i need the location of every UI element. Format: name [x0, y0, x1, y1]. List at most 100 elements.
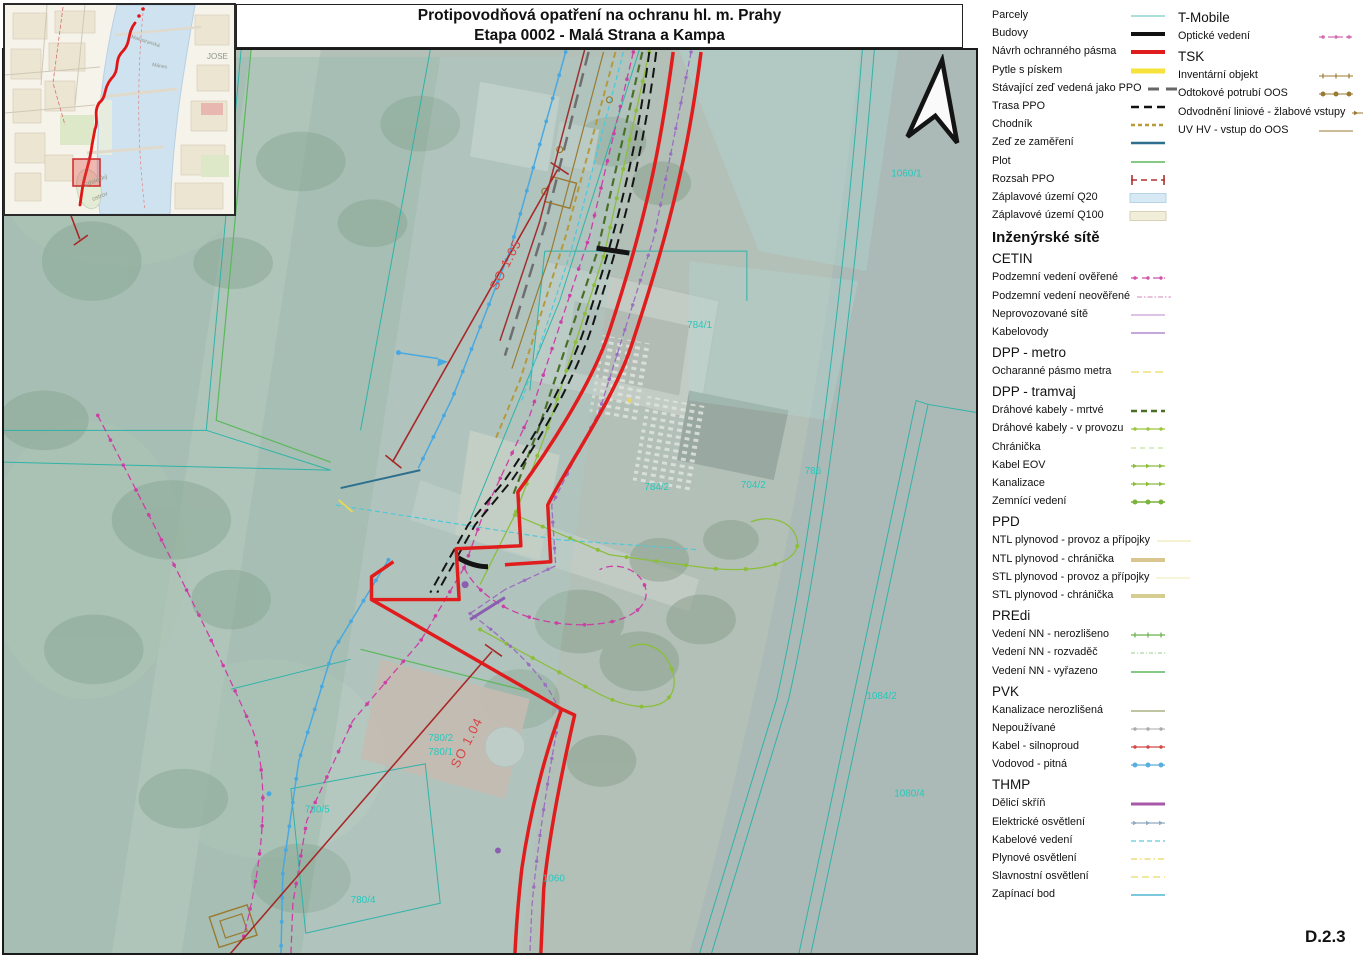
legend-item-label: Slavnostní osvětlení	[992, 870, 1089, 882]
legend-item: Dráhové kabely - v provozu	[992, 419, 1168, 437]
legend-item: Budovy	[992, 24, 1168, 42]
legend-swatch-icon	[1316, 30, 1356, 42]
inset-label: JOSE	[207, 52, 228, 61]
legend-swatch-graphic	[1128, 817, 1168, 829]
legend-swatch-icon	[1128, 441, 1168, 453]
legend-item-label: Dráhové kabely - mrtvé	[992, 404, 1104, 416]
legend-item-label: Elektrické osvětlení	[992, 816, 1085, 828]
legend-item-label: Zapínací bod	[992, 888, 1055, 900]
legend-swatch-icon	[1128, 888, 1168, 900]
legend-item-label: Rozsah PPO	[992, 173, 1054, 185]
legend-swatch-icon	[1128, 704, 1168, 716]
legend-item: Vedení NN - vyřazeno	[992, 661, 1168, 679]
legend-section-title: Inženýrské sítě	[992, 227, 1168, 247]
legend-swatch-graphic	[1128, 871, 1168, 883]
legend-group-title: DPP - metro	[992, 343, 1168, 362]
legend-swatch-graphic	[1128, 647, 1168, 659]
legend-swatch-icon	[1128, 191, 1168, 203]
legend-swatch-icon	[1128, 646, 1168, 658]
legend-swatch-graphic	[1128, 723, 1168, 735]
legend-item: Podzemní vedení ověřené	[992, 268, 1168, 286]
legend-swatch-icon	[1128, 758, 1168, 770]
legend-item: Slavnostní osvětlení	[992, 867, 1168, 885]
legend-swatch-graphic	[1128, 798, 1168, 810]
legend-item-label: STL plynovod - provoz a přípojky	[992, 571, 1149, 583]
legend-group-title: PPD	[992, 512, 1168, 531]
legend-swatch-icon	[1128, 45, 1168, 57]
legend-swatch-graphic	[1128, 835, 1168, 847]
legend-group-title: PVK	[992, 682, 1168, 701]
parcel-label: 780/4	[351, 895, 376, 906]
legend-group-title: TSK	[1178, 47, 1356, 66]
parcel-label: 1084/2	[866, 691, 897, 702]
legend-swatch-icon	[1128, 326, 1168, 338]
legend-swatch-icon	[1134, 290, 1174, 302]
legend-swatch-icon	[1128, 27, 1168, 39]
legend-item: Zeď ze zaměření	[992, 133, 1168, 151]
legend-item: Dělicí skříň	[992, 794, 1168, 812]
legend-item-label: Dělicí skříň	[992, 797, 1045, 809]
legend-item-label: Podzemní vedení ověřené	[992, 271, 1118, 283]
legend-swatch-graphic	[1316, 88, 1356, 100]
legend-group-title: DPP - tramvaj	[992, 382, 1168, 401]
legend-swatch-icon	[1128, 477, 1168, 489]
legend-item-label: Chránička	[992, 441, 1041, 453]
overview-inset-map: JOSEMalostranskáMánesStřeleckýostrov	[3, 3, 236, 216]
legend-swatch-graphic	[1128, 666, 1168, 678]
legend-item-label: STL plynovod - chránička	[992, 589, 1113, 601]
legend-swatch-graphic	[1128, 366, 1168, 378]
legend-item-label: Vodovod - pitná	[992, 758, 1067, 770]
legend-item: Odvodnění liniové - žlabové vstupy	[1178, 103, 1356, 121]
legend-item: Návrh ochranného pásma	[992, 42, 1168, 60]
legend-item-label: Plynové osvětlení	[992, 852, 1077, 864]
legend-swatch-icon	[1154, 534, 1194, 546]
legend-swatch-icon	[1128, 816, 1168, 828]
legend-item: Kabelové vedení	[992, 831, 1168, 849]
legend-swatch-graphic	[1128, 327, 1168, 339]
legend-swatch-graphic	[1128, 705, 1168, 717]
legend-swatch-graphic	[1128, 853, 1168, 865]
legend-item: Podzemní vedení neověřené	[992, 286, 1168, 304]
legend-swatch-icon	[1128, 100, 1168, 112]
legend-swatch-graphic	[1128, 192, 1168, 204]
legend-swatch-graphic	[1128, 889, 1168, 901]
legend-item-label: Vedení NN - rozvaděč	[992, 646, 1098, 658]
legend-item-label: Kanalizace nerozlišená	[992, 704, 1103, 716]
legend-item-label: Budovy	[992, 27, 1028, 39]
legend-item: Odtokové potrubí OOS	[1178, 84, 1356, 102]
inset-map-canvas: JOSEMalostranskáMánesStřeleckýostrov	[5, 5, 234, 214]
legend-item: Zapínací bod	[992, 885, 1168, 903]
legend-item: Optické vedení	[1178, 27, 1356, 45]
legend-item-label: Plot	[992, 155, 1011, 167]
parcel-label: 784/1	[687, 320, 712, 331]
legend-item-label: Kanalizace	[992, 477, 1045, 489]
legend-item-label: Kabelovody	[992, 326, 1048, 338]
legend-swatch-graphic	[1128, 309, 1168, 321]
parcel-label: 780/2	[428, 733, 453, 744]
legend-item-label: Trasa PPO	[992, 100, 1045, 112]
legend-item: Vodovod - pitná	[992, 755, 1168, 773]
legend-swatch-icon	[1128, 64, 1168, 76]
legend-swatch-graphic	[1128, 496, 1168, 508]
legend-swatch-graphic	[1128, 442, 1168, 454]
legend-swatch-graphic	[1128, 10, 1168, 22]
legend-swatch-icon	[1316, 124, 1356, 136]
legend-swatch-icon	[1128, 589, 1168, 601]
legend-item-label: Kabel - silnoproud	[992, 740, 1079, 752]
legend-item: Plot	[992, 152, 1168, 170]
parcel-label: 780/1	[428, 747, 453, 758]
parcel-label: 1060/1	[891, 168, 922, 179]
legend-group-title: PREdi	[992, 606, 1168, 625]
legend-swatch-graphic	[1128, 405, 1168, 417]
legend-item: Záplavové území Q20	[992, 188, 1168, 206]
legend-item-label: Kabel EOV	[992, 459, 1045, 471]
legend-swatch-icon	[1128, 404, 1168, 416]
legend-item: Elektrické osvětlení	[992, 813, 1168, 831]
legend-item: Rozsah PPO	[992, 170, 1168, 188]
legend-swatch-graphic	[1316, 31, 1356, 43]
legend-swatch-graphic	[1128, 423, 1168, 435]
legend-group-title: THMP	[992, 775, 1168, 794]
legend-item-label: Stávající zeď vedená jako PPO	[992, 82, 1141, 94]
legend-swatch-graphic	[1316, 70, 1356, 82]
legend-item-label: UV HV - vstup do OOS	[1178, 124, 1288, 136]
